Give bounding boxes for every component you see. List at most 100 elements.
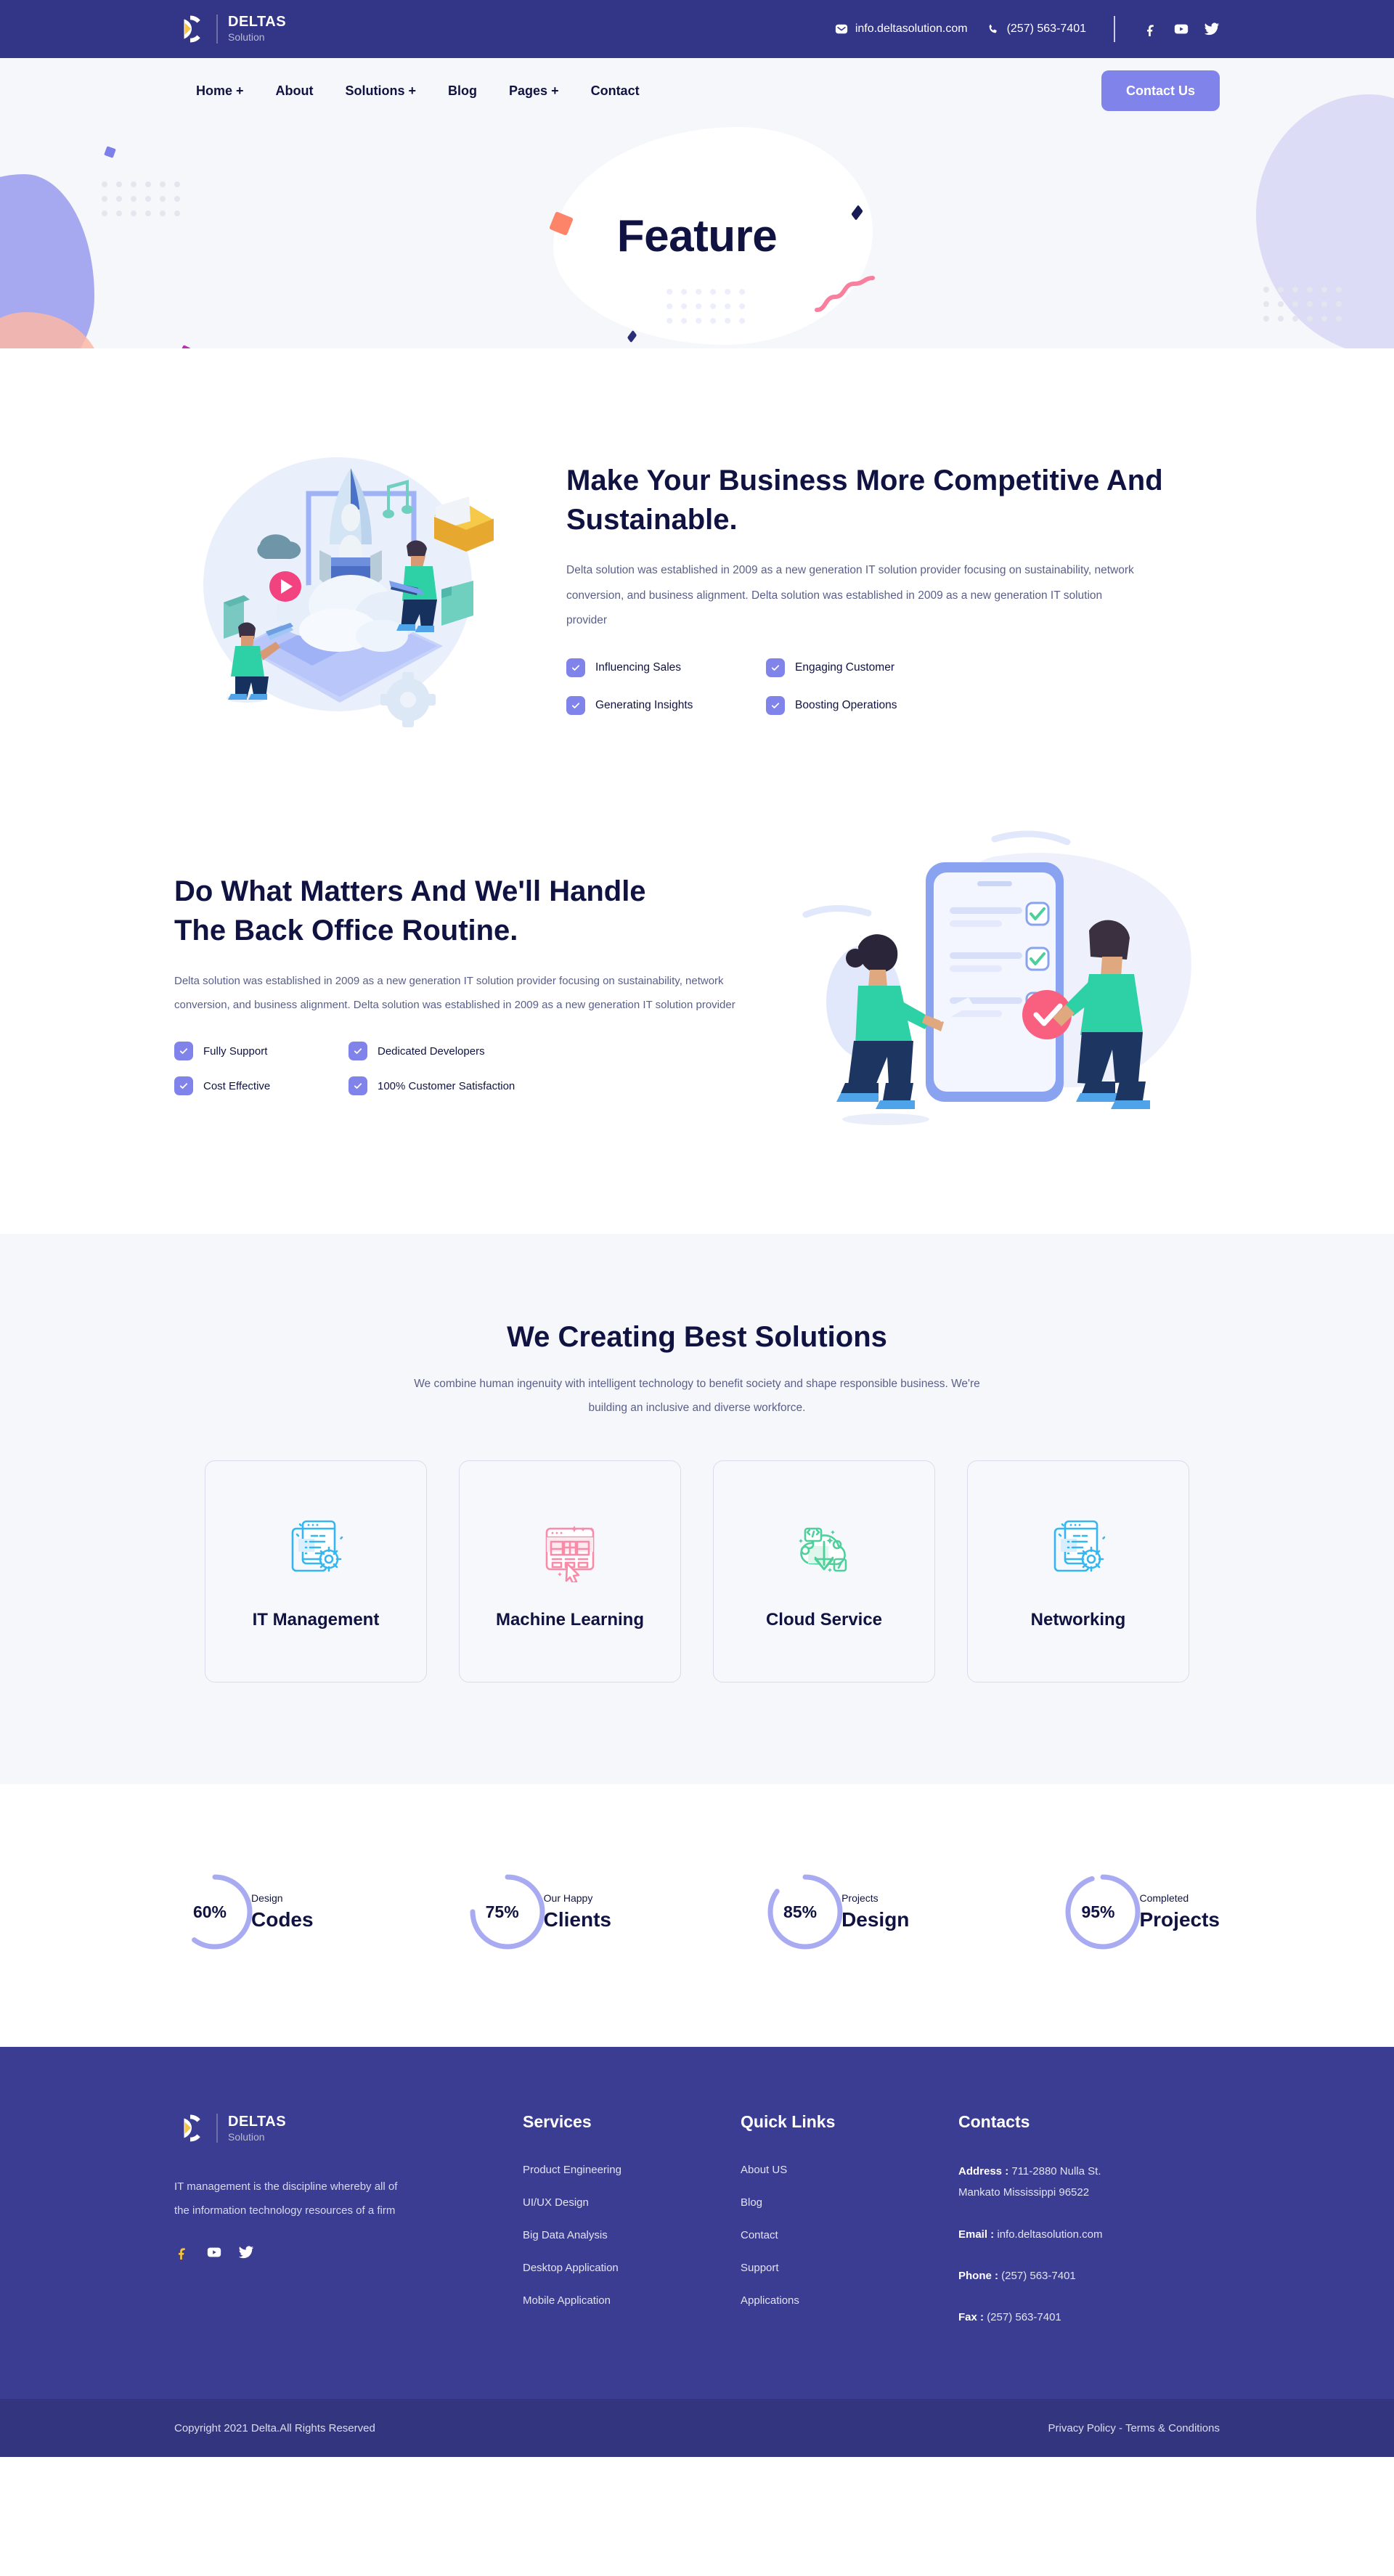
footer-link[interactable]: Mobile Application bbox=[523, 2294, 741, 2307]
footer-contacts-heading: Contacts bbox=[958, 2112, 1030, 2132]
footer-link[interactable]: Contact bbox=[741, 2229, 958, 2241]
footer-link-text[interactable]: About US bbox=[741, 2164, 787, 2176]
stat-item: 85% Projects Design bbox=[765, 1871, 909, 1953]
check-item[interactable]: Generating Insights bbox=[566, 696, 759, 716]
check-label: Influencing Sales bbox=[595, 661, 682, 674]
footer-link-text[interactable]: Desktop Application bbox=[523, 2262, 619, 2274]
footer-link-text[interactable]: Product Engineering bbox=[523, 2164, 621, 2176]
footer-link[interactable]: About US bbox=[741, 2164, 958, 2176]
check-icon bbox=[348, 1076, 367, 1095]
check-item[interactable]: Cost Effective bbox=[174, 1076, 341, 1095]
footer-address-value: 711-2880 Nulla St. bbox=[1011, 2165, 1101, 2178]
contact-us-button[interactable]: Contact Us bbox=[1101, 70, 1220, 111]
topbar-email-text: info.deltasolution.com bbox=[855, 23, 968, 35]
nav-item-solutions[interactable]: Solutions + bbox=[346, 83, 417, 99]
stat-caption: Projects bbox=[841, 1892, 879, 1904]
section-two-check-list: Fully Support Dedicated Developers Cost … bbox=[174, 1042, 748, 1095]
footer-link[interactable]: Applications bbox=[741, 2294, 958, 2307]
stat-caption: Completed bbox=[1139, 1892, 1189, 1904]
footer-link[interactable]: Big Data Analysis bbox=[523, 2229, 741, 2241]
footer-phone-value[interactable]: (257) 563-7401 bbox=[1001, 2270, 1076, 2282]
check-item[interactable]: Engaging Customer bbox=[766, 658, 1220, 678]
footer-email-value[interactable]: info.deltasolution.com bbox=[997, 2228, 1102, 2241]
check-icon bbox=[766, 696, 785, 716]
mobile-checklist-people-illustration bbox=[777, 827, 1220, 1140]
footer-link[interactable]: Desktop Application bbox=[523, 2262, 741, 2274]
footer-link-text[interactable]: Support bbox=[741, 2262, 779, 2274]
footer-link[interactable]: Support bbox=[741, 2262, 958, 2274]
check-label: Dedicated Developers bbox=[378, 1044, 485, 1058]
footer-email-label: Email : bbox=[958, 2228, 995, 2241]
nav-item-contact[interactable]: Contact bbox=[591, 83, 640, 99]
top-bar-contact-group: info.deltasolution.com (257) 563-7401 bbox=[835, 16, 1220, 42]
footer-brand-column: DELTAS Solution IT management is the dis… bbox=[174, 2112, 523, 2348]
progress-ring: 75% bbox=[467, 1871, 548, 1953]
brand-subtitle: Solution bbox=[228, 31, 265, 44]
footer-link-text[interactable]: UI/UX Design bbox=[523, 2196, 589, 2209]
solution-card-networking[interactable]: Networking bbox=[967, 1460, 1189, 1683]
solution-card-it-management[interactable]: IT Management bbox=[205, 1460, 427, 1683]
twitter-icon[interactable] bbox=[238, 2244, 254, 2260]
stat-title: Codes bbox=[251, 1908, 314, 1931]
footer-link-text[interactable]: Applications bbox=[741, 2294, 799, 2307]
nav-item-pages[interactable]: Pages + bbox=[509, 83, 559, 99]
section-one-paragraph: Delta solution was established in 2009 a… bbox=[566, 563, 1134, 627]
stat-caption: Design bbox=[251, 1892, 283, 1904]
footer-logo[interactable]: DELTAS Solution bbox=[174, 2112, 523, 2144]
topbar-email[interactable]: info.deltasolution.com bbox=[835, 23, 968, 36]
footer-phone-label: Phone : bbox=[958, 2269, 998, 2282]
solution-card-machine-learning[interactable]: Machine Learning bbox=[459, 1460, 681, 1683]
footer-address-label: Address : bbox=[958, 2165, 1009, 2178]
footer-description: IT management is the discipline whereby … bbox=[174, 2180, 398, 2217]
check-item[interactable]: 100% Customer Satisfaction bbox=[348, 1076, 748, 1095]
twitter-icon[interactable] bbox=[1204, 21, 1220, 37]
topbar-phone[interactable]: (257) 563-7401 bbox=[987, 23, 1086, 36]
footer-fax-row: Fax : (257) 563-7401 bbox=[958, 2307, 1205, 2328]
check-item[interactable]: Dedicated Developers bbox=[348, 1042, 748, 1060]
progress-ring: 95% bbox=[1062, 1871, 1144, 1953]
decorative-diamond-navy-bottom bbox=[627, 330, 637, 343]
youtube-icon[interactable] bbox=[206, 2244, 222, 2260]
footer-services-heading: Services bbox=[523, 2112, 592, 2132]
solution-card-label: Machine Learning bbox=[495, 1610, 645, 1630]
facebook-icon[interactable] bbox=[1143, 21, 1159, 37]
footer-quick-links-column: Quick Links About US Blog Contact Suppor… bbox=[741, 2112, 958, 2348]
nav-item-home[interactable]: Home + bbox=[196, 83, 244, 99]
brand-logo[interactable]: DELTAS Solution bbox=[174, 13, 286, 45]
stat-item: 60% Design Codes bbox=[174, 1871, 314, 1953]
footer-link[interactable]: Blog bbox=[741, 2196, 958, 2209]
check-icon bbox=[174, 1042, 193, 1060]
check-item[interactable]: Fully Support bbox=[174, 1042, 341, 1060]
solution-card-cloud-service[interactable]: Cloud Service bbox=[713, 1460, 935, 1683]
nav-item-about[interactable]: About bbox=[276, 83, 314, 99]
footer-link-text[interactable]: Contact bbox=[741, 2229, 778, 2241]
youtube-icon[interactable] bbox=[1173, 21, 1189, 37]
legal-links[interactable]: Privacy Policy - Terms & Conditions bbox=[1048, 2422, 1220, 2434]
footer-quick-links-list: About US Blog Contact Support Applicatio… bbox=[741, 2164, 958, 2307]
check-item[interactable]: Influencing Sales bbox=[566, 658, 759, 678]
nav-item-blog[interactable]: Blog bbox=[448, 83, 477, 99]
progress-value: 85% bbox=[783, 1902, 818, 1921]
footer-link-text[interactable]: Blog bbox=[741, 2196, 762, 2209]
browser-cursor-icon bbox=[535, 1513, 605, 1585]
footer-link-text[interactable]: Big Data Analysis bbox=[523, 2229, 608, 2241]
footer-link[interactable]: Product Engineering bbox=[523, 2164, 741, 2176]
check-label: Generating Insights bbox=[595, 699, 693, 712]
check-icon bbox=[566, 696, 585, 716]
stat-item: 75% Our Happy Clients bbox=[467, 1871, 611, 1953]
footer-brand-name: DELTAS bbox=[228, 2113, 287, 2130]
footer-contacts-column: Contacts Address : 711-2880 Nulla St. Ma… bbox=[958, 2112, 1220, 2348]
stat-item: 95% Completed Projects bbox=[1062, 1871, 1220, 1953]
check-item[interactable]: Boosting Operations bbox=[766, 696, 1220, 716]
progress-value: 75% bbox=[485, 1902, 519, 1921]
footer-link-text[interactable]: Mobile Application bbox=[523, 2294, 611, 2307]
footer-link[interactable]: UI/UX Design bbox=[523, 2196, 741, 2209]
facebook-icon[interactable] bbox=[174, 2244, 190, 2260]
page-title: Feature bbox=[616, 211, 778, 261]
decorative-dot-grid-center bbox=[667, 289, 746, 324]
section-one-check-list: Influencing Sales Engaging Customer Gene… bbox=[566, 658, 1220, 716]
brand-name: DELTAS bbox=[228, 14, 287, 30]
decorative-dot-grid-bottom-right bbox=[1263, 287, 1350, 330]
footer-fax-value: (257) 563-7401 bbox=[987, 2311, 1061, 2324]
progress-ring: 60% bbox=[174, 1871, 256, 1953]
